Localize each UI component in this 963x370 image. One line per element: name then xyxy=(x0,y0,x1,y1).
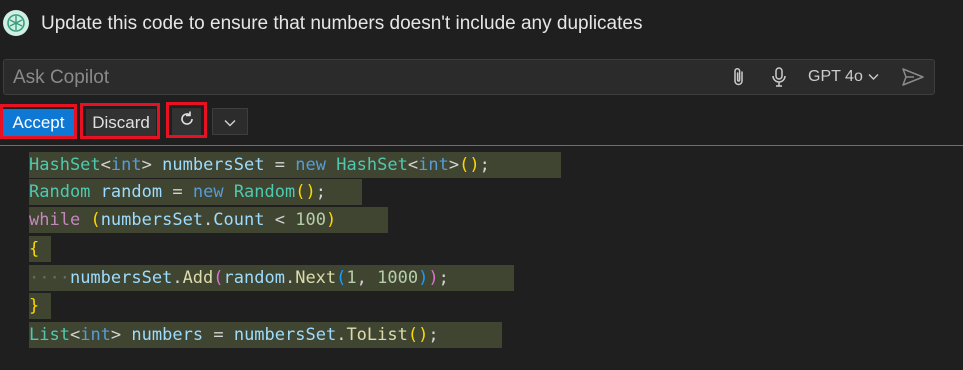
code-line-1: HashSet<int> numbersSet = new HashSet<in… xyxy=(29,152,561,178)
discard-button[interactable]: Discard xyxy=(86,109,156,136)
accept-label: Accept xyxy=(12,112,65,132)
code-line-6: } xyxy=(29,293,51,319)
model-label: GPT 4o xyxy=(808,68,863,85)
chat-prompt: Update this code to ensure that numbers … xyxy=(0,0,963,50)
microphone-icon[interactable] xyxy=(770,66,788,93)
code-line-7: List<int> numbers = numbersSet.ToList(); xyxy=(29,322,502,348)
model-select[interactable]: GPT 4o xyxy=(808,68,879,86)
regenerate-button[interactable] xyxy=(172,108,201,135)
prompt-text: Update this code to ensure that numbers … xyxy=(41,13,643,34)
ask-copilot-box: GPT 4o xyxy=(3,59,935,95)
accept-button[interactable]: Accept xyxy=(3,109,74,136)
code-line-2: Random random = new Random(); xyxy=(29,179,362,205)
more-options-button[interactable] xyxy=(212,108,248,135)
ask-copilot-input[interactable] xyxy=(13,66,613,90)
refresh-icon xyxy=(178,110,196,133)
copilot-avatar-icon xyxy=(3,10,29,36)
code-editor[interactable]: HashSet<int> numbersSet = new HashSet<in… xyxy=(0,146,963,370)
code-line-3: while (numbersSet.Count < 100) xyxy=(29,207,388,233)
code-line-5: ····numbersSet.Add(random.Next(1, 1000))… xyxy=(29,265,514,291)
paperclip-icon[interactable] xyxy=(730,66,748,93)
chevron-down-icon xyxy=(868,68,879,86)
discard-label: Discard xyxy=(92,112,150,132)
chevron-down-icon xyxy=(224,112,236,132)
send-icon[interactable] xyxy=(901,67,925,92)
code-line-4: { xyxy=(29,236,51,262)
